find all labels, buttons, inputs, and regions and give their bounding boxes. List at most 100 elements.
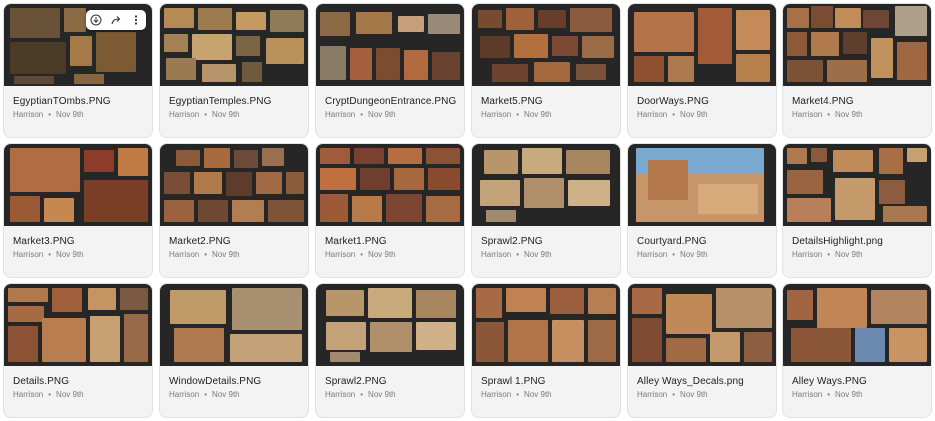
file-date: Nov 9th <box>56 390 84 399</box>
file-meta: Harrison • Nov 9th <box>13 250 84 259</box>
file-card[interactable]: EgyptianTOmbs.PNG Harrison • Nov 9th <box>3 3 153 138</box>
file-name: Alley Ways.PNG <box>792 376 867 387</box>
moodboard-thumbnail[interactable] <box>472 284 620 366</box>
file-name: DoorWays.PNG <box>637 96 709 107</box>
moodboard-thumbnail[interactable] <box>160 144 308 226</box>
file-meta: Harrison • Nov 9th <box>792 390 863 399</box>
file-meta: Harrison • Nov 9th <box>637 110 708 119</box>
meta-separator: • <box>516 390 520 399</box>
file-author: Harrison <box>325 110 356 119</box>
file-name: Details.PNG <box>13 376 70 387</box>
file-meta: Harrison • Nov 9th <box>13 390 84 399</box>
file-name: Sprawl2.PNG <box>481 236 543 247</box>
file-card[interactable]: Sprawl2.PNG Harrison • Nov 9th <box>471 143 621 278</box>
file-meta: Harrison • Nov 9th <box>637 390 708 399</box>
moodboard-thumbnail[interactable] <box>4 284 152 366</box>
moodboard-thumbnail[interactable] <box>316 284 464 366</box>
moodboard-thumbnail[interactable] <box>160 4 308 86</box>
moodboard-thumbnail[interactable] <box>472 4 620 86</box>
file-name: Market1.PNG <box>325 236 387 247</box>
moodboard-thumbnail[interactable] <box>472 144 620 226</box>
file-meta: Harrison • Nov 9th <box>481 110 552 119</box>
file-card[interactable]: WindowDetails.PNG Harrison • Nov 9th <box>159 283 309 418</box>
meta-separator: • <box>204 110 208 119</box>
file-author: Harrison <box>169 250 200 259</box>
meta-separator: • <box>48 110 52 119</box>
file-author: Harrison <box>13 250 44 259</box>
file-date: Nov 9th <box>524 250 552 259</box>
meta-separator: • <box>360 110 364 119</box>
moodboard-thumbnail[interactable] <box>783 144 931 226</box>
file-name: Market4.PNG <box>792 96 854 107</box>
file-date: Nov 9th <box>680 390 708 399</box>
file-meta: Harrison • Nov 9th <box>637 250 708 259</box>
file-meta: Harrison • Nov 9th <box>792 250 863 259</box>
file-date: Nov 9th <box>835 110 863 119</box>
file-card[interactable]: Market4.PNG Harrison • Nov 9th <box>782 3 932 138</box>
file-date: Nov 9th <box>524 390 552 399</box>
share-icon[interactable] <box>109 13 123 27</box>
more-vertical-icon[interactable] <box>129 13 143 27</box>
file-meta: Harrison • Nov 9th <box>169 250 240 259</box>
meta-separator: • <box>827 250 831 259</box>
file-card[interactable]: Market1.PNG Harrison • Nov 9th <box>315 143 465 278</box>
file-date: Nov 9th <box>524 110 552 119</box>
file-date: Nov 9th <box>212 390 240 399</box>
meta-separator: • <box>827 110 831 119</box>
file-name: DetailsHighlight.png <box>792 236 883 247</box>
file-date: Nov 9th <box>835 250 863 259</box>
file-name: WindowDetails.PNG <box>169 376 262 387</box>
file-date: Nov 9th <box>212 110 240 119</box>
file-meta: Harrison • Nov 9th <box>169 110 240 119</box>
file-meta: Harrison • Nov 9th <box>481 250 552 259</box>
file-author: Harrison <box>637 110 668 119</box>
file-name: EgyptianTOmbs.PNG <box>13 96 111 107</box>
file-date: Nov 9th <box>56 250 84 259</box>
file-author: Harrison <box>13 390 44 399</box>
file-name: Market3.PNG <box>13 236 75 247</box>
file-card[interactable]: Market3.PNG Harrison • Nov 9th <box>3 143 153 278</box>
file-card[interactable]: Market2.PNG Harrison • Nov 9th <box>159 143 309 278</box>
file-author: Harrison <box>481 390 512 399</box>
file-name: EgyptianTemples.PNG <box>169 96 272 107</box>
file-card[interactable]: Market5.PNG Harrison • Nov 9th <box>471 3 621 138</box>
file-meta: Harrison • Nov 9th <box>792 110 863 119</box>
file-meta: Harrison • Nov 9th <box>169 390 240 399</box>
meta-separator: • <box>48 250 52 259</box>
download-icon[interactable] <box>89 13 103 27</box>
file-meta: Harrison • Nov 9th <box>13 110 84 119</box>
file-card[interactable]: Details.PNG Harrison • Nov 9th <box>3 283 153 418</box>
file-card[interactable]: DetailsHighlight.png Harrison • Nov 9th <box>782 143 932 278</box>
file-card[interactable]: Sprawl2.PNG Harrison • Nov 9th <box>315 283 465 418</box>
file-card[interactable]: EgyptianTemples.PNG Harrison • Nov 9th <box>159 3 309 138</box>
moodboard-thumbnail[interactable] <box>4 144 152 226</box>
meta-separator: • <box>672 110 676 119</box>
moodboard-thumbnail[interactable] <box>628 4 776 86</box>
file-author: Harrison <box>13 110 44 119</box>
meta-separator: • <box>672 250 676 259</box>
file-date: Nov 9th <box>680 250 708 259</box>
file-meta: Harrison • Nov 9th <box>325 110 396 119</box>
file-card[interactable]: Sprawl 1.PNG Harrison • Nov 9th <box>471 283 621 418</box>
file-date: Nov 9th <box>212 250 240 259</box>
file-card[interactable]: Alley Ways_Decals.png Harrison • Nov 9th <box>627 283 777 418</box>
moodboard-thumbnail[interactable] <box>160 284 308 366</box>
file-meta: Harrison • Nov 9th <box>325 250 396 259</box>
file-date: Nov 9th <box>680 110 708 119</box>
moodboard-thumbnail[interactable] <box>628 144 776 226</box>
file-card[interactable]: Alley Ways.PNG Harrison • Nov 9th <box>782 283 932 418</box>
moodboard-thumbnail[interactable] <box>316 144 464 226</box>
file-author: Harrison <box>637 390 668 399</box>
file-name: Alley Ways_Decals.png <box>637 376 744 387</box>
file-author: Harrison <box>169 110 200 119</box>
moodboard-thumbnail[interactable] <box>628 284 776 366</box>
moodboard-thumbnail[interactable] <box>783 4 931 86</box>
file-card[interactable]: DoorWays.PNG Harrison • Nov 9th <box>627 3 777 138</box>
meta-separator: • <box>360 390 364 399</box>
moodboard-thumbnail[interactable] <box>783 284 931 366</box>
file-card[interactable]: Courtyard.PNG Harrison • Nov 9th <box>627 143 777 278</box>
file-name: Market5.PNG <box>481 96 543 107</box>
moodboard-thumbnail[interactable] <box>316 4 464 86</box>
file-author: Harrison <box>481 250 512 259</box>
file-card[interactable]: CryptDungeonEntrance.PNG Harrison • Nov 9t… <box>315 3 465 138</box>
